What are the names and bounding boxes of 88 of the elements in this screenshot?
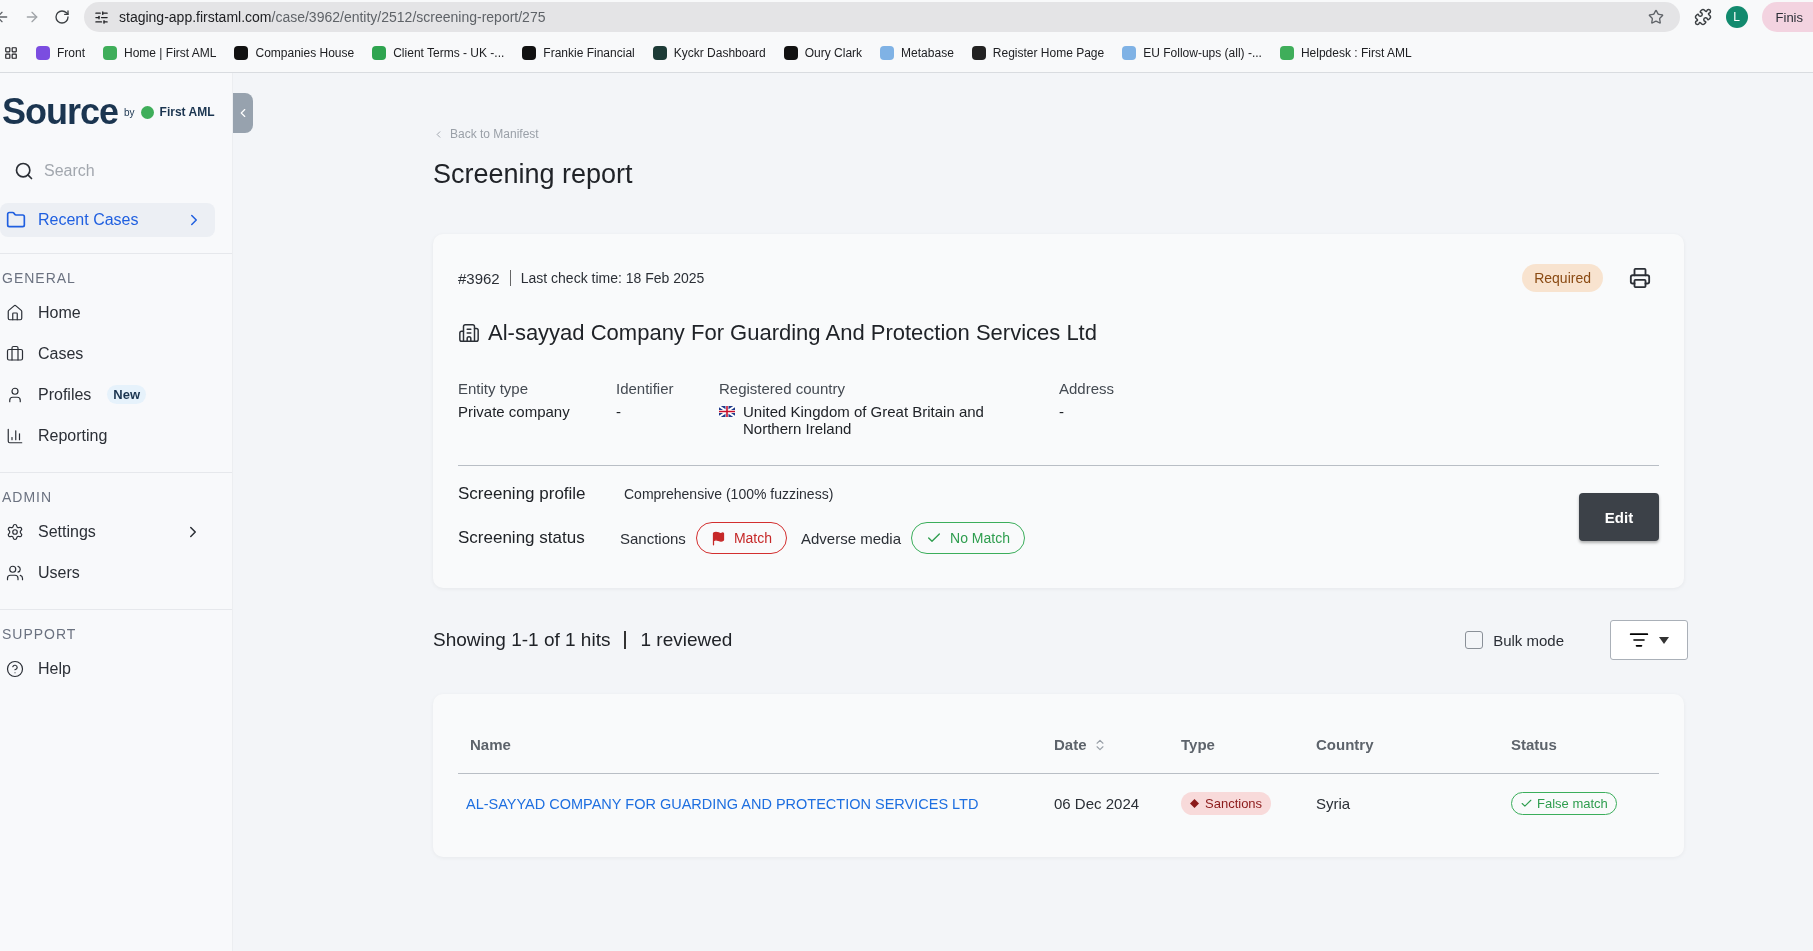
bookmark-link[interactable]: Home | First AML [103, 46, 217, 60]
column-header: Type [1181, 736, 1215, 753]
nav-icon [6, 385, 24, 404]
bookmark-link[interactable]: Register Home Page [971, 46, 1105, 60]
column-header: Date [1054, 736, 1087, 753]
address-bar[interactable]: staging-app.firstaml.com/case/3962/entity/2512/screening-report/275 [84, 2, 1680, 32]
column-header: Name [470, 736, 511, 753]
nav-icon [6, 426, 24, 445]
nav-icon [6, 659, 24, 678]
nav-icon [6, 522, 24, 541]
hits-summary: Showing 1-1 of 1 hits [433, 629, 611, 651]
bookmark-link[interactable]: EU Follow-ups (all) -... [1122, 46, 1262, 60]
check-label: Adverse media [801, 529, 902, 547]
nav-item[interactable]: Cases [0, 344, 84, 363]
nav-icon [6, 563, 24, 582]
field-label: Screening status [458, 528, 586, 548]
extensions-icon[interactable] [1693, 8, 1712, 26]
field-label: Screening profile [458, 484, 587, 504]
hit-name-link[interactable]: AL-SAYYAD COMPANY FOR GUARDING AND PROTECTION SERVICES LTD [458, 795, 979, 812]
print-icon[interactable] [1629, 267, 1651, 289]
diamond-icon [1190, 798, 1199, 808]
country-cell-text: Syria [1316, 794, 1352, 812]
field-value: - [1059, 403, 1064, 420]
profile-button[interactable]: Finis [1761, 2, 1813, 32]
section-heading: GENERAL [1, 270, 77, 286]
page-title: Screening report [433, 159, 634, 190]
field-label: Identifier [616, 380, 675, 397]
nav-item[interactable]: Profiles [0, 385, 92, 404]
recent-cases-item[interactable]: Recent Cases [0, 203, 215, 237]
filter-button[interactable] [1610, 620, 1688, 660]
folder-icon [6, 210, 26, 230]
bulk-mode-label: Bulk mode [1493, 631, 1564, 649]
search-icon [14, 161, 34, 181]
column-header: Status [1511, 736, 1557, 753]
bookmark-star-icon[interactable] [1647, 9, 1664, 25]
bookmark-link[interactable]: Companies House [234, 46, 355, 60]
bookmark-link[interactable]: Front [36, 46, 85, 60]
brand-text: First AML [159, 105, 215, 119]
building-icon [458, 322, 480, 344]
result-text: Match [733, 530, 772, 546]
nav-icon [6, 303, 24, 322]
bulk-mode-checkbox[interactable] [1465, 631, 1484, 649]
flag-icon [710, 530, 726, 546]
field-label: Registered country [719, 380, 846, 397]
field-value: Private company [458, 403, 570, 420]
new-badge: New [107, 385, 147, 404]
edit-button[interactable]: Edit [1579, 493, 1659, 541]
field-value: United Kingdom of Great Britain and Northern Ireland [743, 403, 985, 437]
search-field[interactable]: Search [42, 161, 192, 181]
profile-avatar[interactable]: L [1725, 6, 1748, 28]
entity-name: Al-sayyad Company For Guarding And Protection Services Ltd [488, 320, 1097, 346]
bookmark-link[interactable]: Helpdesk : First AML [1279, 46, 1412, 60]
bookmark-link[interactable]: Kyckr Dashboard [652, 46, 766, 60]
last-check-text: Last check time: 18 Feb 2025 [520, 270, 705, 286]
url-text: staging-app.firstaml.com/case/3962/entity/2512/screening-report/275 [119, 9, 546, 25]
logo-by-text: by [124, 106, 135, 118]
logo-text: Source [2, 91, 119, 133]
bookmark-link[interactable]: Metabase [880, 46, 954, 60]
status-text: False match [1537, 795, 1608, 811]
field-label: Entity type [458, 380, 530, 397]
date-cell-text: 06 Dec 2024 [1054, 794, 1141, 812]
nav-icon [6, 344, 24, 363]
bookmark-link[interactable]: Oury Clark [783, 46, 863, 60]
dropdown-caret-icon [1659, 636, 1669, 644]
nav-item[interactable]: Home [0, 303, 81, 322]
nav-item[interactable]: Help [0, 659, 71, 678]
apps-icon[interactable] [4, 46, 18, 60]
section-heading: ADMIN [1, 489, 54, 505]
type-text: Sanctions [1205, 795, 1263, 811]
check-label: Sanctions [620, 529, 686, 547]
reload-icon[interactable] [54, 9, 70, 25]
column-header: Country [1316, 736, 1374, 753]
site-settings-icon[interactable] [94, 9, 109, 25]
bookmark-link[interactable]: Frankie Financial [522, 46, 635, 60]
nav-item[interactable]: Users [0, 563, 80, 582]
profile-value: Comprehensive (100% fuzziness) [624, 486, 834, 502]
nav-item[interactable]: Reporting [0, 426, 108, 445]
case-id: #3962 [458, 269, 500, 287]
field-label: Address [1059, 380, 1116, 397]
brand-mark-icon [140, 105, 154, 119]
filter-icon [1629, 630, 1649, 650]
bookmark-link[interactable]: Client Terms - UK -... [372, 46, 505, 60]
required-badge: Required [1522, 264, 1603, 292]
nav-item[interactable]: Settings [0, 522, 232, 541]
field-value: - [616, 403, 621, 420]
result-text: No Match [950, 530, 1010, 546]
section-heading: SUPPORT [1, 626, 78, 642]
reviewed-count: 1 reviewed [640, 629, 733, 651]
